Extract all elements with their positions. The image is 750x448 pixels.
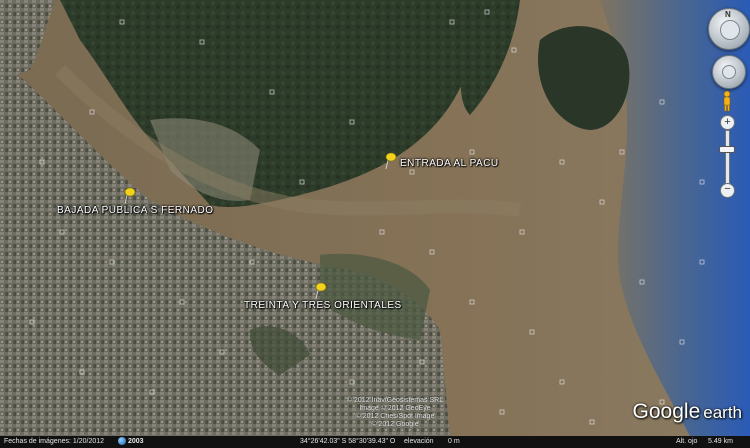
copyright-line: © 2012 Google (371, 421, 419, 428)
map-view[interactable]: ENTRADA AL PACU BAJADA PUBLICA S FERNADO… (0, 0, 750, 448)
year-label: 2003 (128, 438, 144, 445)
eye-altitude-value: 5.49 km (708, 438, 733, 445)
logo-product: earth (703, 403, 742, 422)
elevation-value: 0 m (448, 438, 460, 445)
placemark-entrada-al-pacu[interactable]: ENTRADA AL PACU (384, 152, 499, 170)
look-joystick-icon[interactable]: N (708, 8, 750, 50)
copyright-line: © 2012 Inav/Geosistemas SRL (346, 397, 444, 404)
navigation-controls: N + − (704, 0, 750, 210)
placemark-label: BAJADA PUBLICA S FERNADO (57, 205, 214, 216)
eye-altitude-label: Alt. ojo (676, 438, 698, 445)
satellite-imagery[interactable] (0, 0, 750, 448)
yellow-pushpin-icon (124, 187, 136, 205)
status-bar: Fechas de imágenes: 1/20/2012 2003 34°26… (0, 436, 750, 448)
copyright-line: Image © 2012 GeoEye (359, 405, 431, 412)
coordinates: 34°26'42.03" S 58°30'39.43" O (300, 438, 396, 445)
placemark-label: ENTRADA AL PACU (400, 158, 499, 169)
year-indicator[interactable]: 2003 (118, 436, 144, 448)
zoom-slider-icon[interactable] (725, 130, 730, 184)
imagery-copyright: © 2012 Inav/Geosistemas SRL Image © 2012… (300, 397, 490, 429)
move-joystick-icon[interactable] (712, 55, 746, 89)
google-earth-logo: Google earth (633, 400, 742, 424)
yellow-pushpin-icon (385, 152, 397, 170)
globe-icon (118, 437, 126, 446)
zoom-in-button[interactable]: + (720, 115, 735, 130)
move-center[interactable] (722, 65, 736, 79)
imagery-date: Fechas de imágenes: 1/20/2012 (4, 438, 105, 445)
north-indicator[interactable]: N (725, 10, 731, 19)
look-center[interactable] (720, 20, 740, 40)
copyright-line: © 2012 Cnes/Spot Image (355, 413, 435, 420)
zoom-slider-thumb[interactable] (719, 146, 735, 154)
logo-brand: Google (632, 400, 701, 423)
placemark-label: TREINTA Y TRES ORIENTALES (244, 300, 402, 311)
placemark-bajada-publica[interactable]: BAJADA PUBLICA S FERNADO (57, 187, 214, 217)
street-view-pegman-icon[interactable] (721, 90, 733, 112)
zoom-out-button[interactable]: − (720, 183, 735, 198)
elevation-label: elevación (404, 438, 434, 445)
yellow-pushpin-icon (315, 282, 327, 300)
placemark-treinta-y-tres[interactable]: TREINTA Y TRES ORIENTALES (244, 282, 402, 312)
